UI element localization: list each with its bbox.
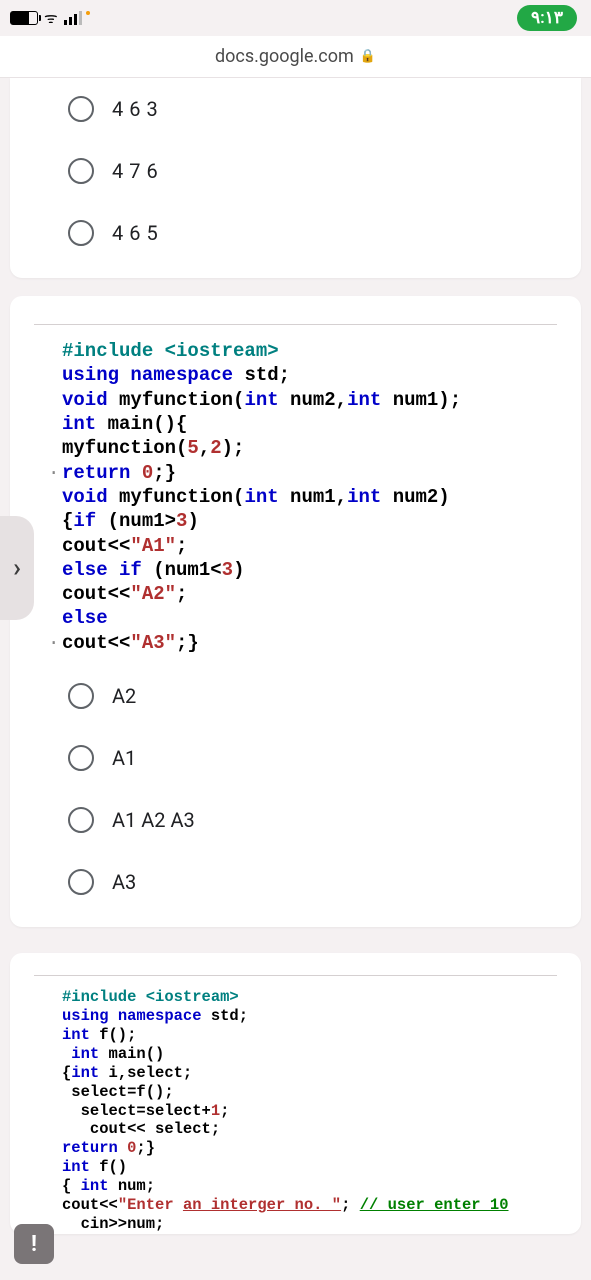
status-left: ᯤ xyxy=(10,8,90,28)
radio-icon xyxy=(68,220,94,246)
radio-icon xyxy=(68,96,94,122)
side-tab[interactable]: › xyxy=(0,516,34,620)
chevron-right-icon: › xyxy=(13,553,21,583)
option-label: 463 xyxy=(112,97,164,121)
lock-icon: 🔒 xyxy=(360,49,376,64)
radio-option[interactable]: A3 xyxy=(10,851,581,913)
option-label: A3 xyxy=(112,870,136,894)
radio-icon xyxy=(68,683,94,709)
radio-icon xyxy=(68,158,94,184)
question-card-2: #include <iostream> using namespace std;… xyxy=(10,296,581,927)
option-label: 476 xyxy=(112,159,164,183)
radio-icon xyxy=(68,807,94,833)
radio-option[interactable]: A2 xyxy=(10,665,581,727)
question-card-1: 463 476 465 xyxy=(10,78,581,278)
radio-option[interactable]: 465 xyxy=(10,202,581,264)
option-label: A1 xyxy=(112,746,136,770)
report-button[interactable]: ! xyxy=(14,1224,54,1264)
option-label: A1 A2 A3 xyxy=(112,808,195,832)
wifi-icon: ᯤ xyxy=(44,8,58,28)
question-card-3: #include <iostream> using namespace std;… xyxy=(10,953,581,1234)
radio-option[interactable]: 476 xyxy=(10,140,581,202)
signal-icon xyxy=(64,11,90,25)
radio-icon xyxy=(68,869,94,895)
clock: ۹:۱۳ xyxy=(517,5,577,31)
exclamation-icon: ! xyxy=(31,1232,37,1257)
code-block: #include <iostream> using namespace std;… xyxy=(10,984,581,1234)
divider xyxy=(34,324,557,325)
url-text: docs.google.com xyxy=(215,46,354,67)
status-bar: ᯤ ۹:۱۳ xyxy=(0,0,591,36)
divider xyxy=(34,975,557,976)
url-bar[interactable]: docs.google.com 🔒 xyxy=(0,36,591,78)
radio-option[interactable]: A1 xyxy=(10,727,581,789)
battery-icon xyxy=(10,11,38,25)
code-block: #include <iostream> using namespace std;… xyxy=(10,333,581,665)
option-label: 465 xyxy=(112,221,164,245)
option-label: A2 xyxy=(112,684,136,708)
radio-icon xyxy=(68,745,94,771)
radio-option[interactable]: 463 xyxy=(10,78,581,140)
radio-option[interactable]: A1 A2 A3 xyxy=(10,789,581,851)
